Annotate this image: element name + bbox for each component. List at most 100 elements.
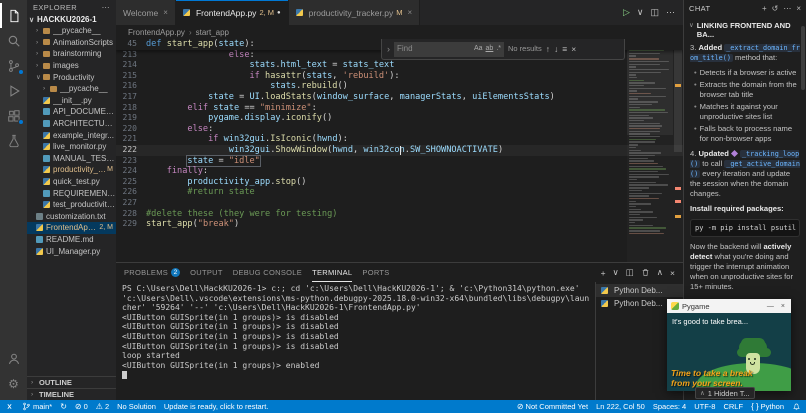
status-errors[interactable]: ⊘0 bbox=[75, 402, 88, 411]
tree-item-customization-txt[interactable]: customization.txt bbox=[27, 211, 116, 223]
tree-item-live-monitor-py[interactable]: live_monitor.py bbox=[27, 141, 116, 153]
activity-explorer[interactable] bbox=[0, 3, 27, 28]
activity-extensions[interactable] bbox=[0, 103, 27, 128]
plus-icon[interactable]: + bbox=[601, 268, 606, 278]
chat-session-title-row[interactable]: ∨ LINKING FRONTEND AND BA... bbox=[684, 17, 806, 41]
terminal-instance[interactable]: Python Deb... bbox=[596, 284, 683, 297]
plus-icon[interactable]: + bbox=[762, 4, 767, 13]
section-outline[interactable]: ›OUTLINE bbox=[27, 376, 116, 388]
code-editor[interactable]: 45def start_app(state): 213 else:214 sta… bbox=[116, 39, 683, 262]
tree-item-api-documentatio-[interactable]: API_DOCUMENTATIO... bbox=[27, 106, 116, 118]
panel-tab-ports[interactable]: PORTS bbox=[362, 263, 389, 282]
status-remote[interactable] bbox=[5, 402, 14, 411]
tree-item-requirements-md[interactable]: REQUIREMENTS.md bbox=[27, 187, 116, 199]
activity-search[interactable] bbox=[0, 28, 27, 53]
chevron-up-icon[interactable]: ∧ bbox=[657, 267, 663, 278]
tree-item--pycache-[interactable]: ›__pycache__ bbox=[27, 25, 116, 37]
status-warnings[interactable]: ⚠2 bbox=[96, 402, 109, 411]
tab-frontendapp-py[interactable]: FrontendApp.py2, M● bbox=[176, 0, 289, 25]
panel-tab-problems[interactable]: PROBLEMS2 bbox=[124, 263, 180, 282]
tab-productivity-tracker-py[interactable]: productivity_tracker.pyM× bbox=[289, 0, 421, 25]
tree-item-ui-manager-py[interactable]: UI_Manager.py bbox=[27, 245, 116, 257]
find-close-icon[interactable]: × bbox=[571, 44, 576, 55]
chat-code-block[interactable]: py -m pip install psutil p bbox=[690, 219, 800, 237]
panel-tab-debug-console[interactable]: DEBUG CONSOLE bbox=[233, 263, 302, 282]
run-icon[interactable]: ▷ bbox=[623, 7, 630, 18]
trash-icon[interactable] bbox=[641, 268, 650, 277]
more-actions-icon[interactable]: ⋯ bbox=[102, 3, 110, 12]
tree-item-images[interactable]: ›images bbox=[27, 60, 116, 72]
tree-item--init-py[interactable]: __init__.py bbox=[27, 95, 116, 107]
tab-close-icon[interactable]: × bbox=[163, 8, 168, 17]
chevron-down-icon[interactable]: ∨ bbox=[613, 267, 619, 278]
tab-welcome[interactable]: Welcome× bbox=[116, 0, 176, 25]
activity-source-control[interactable] bbox=[0, 53, 27, 78]
pygame-window[interactable]: Pygame — × It's good to take brea... Tim… bbox=[667, 299, 791, 391]
tree-item-animationscripts[interactable]: ›AnimationScripts bbox=[27, 37, 116, 49]
find-next-icon[interactable]: ↓ bbox=[554, 44, 558, 55]
tree-item-example-integr-[interactable]: example_integr... bbox=[27, 129, 116, 141]
status-git-status[interactable]: ⊘Not Committed Yet bbox=[517, 402, 588, 411]
status-eol[interactable]: CRLF bbox=[723, 402, 743, 411]
chat-scrollbar[interactable] bbox=[801, 26, 805, 90]
panel-tabs: PROBLEMS2 OUTPUT DEBUG CONSOLE TERMINAL PORT… bbox=[124, 263, 400, 282]
find-in-selection-icon[interactable]: ≡ bbox=[562, 44, 567, 55]
status-encoding[interactable]: UTF-8 bbox=[694, 402, 715, 411]
breadcrumb-item[interactable]: FrontendApp.py bbox=[128, 28, 185, 37]
match-case-icon[interactable]: Aa bbox=[474, 44, 483, 55]
status-notifications[interactable] bbox=[792, 402, 801, 411]
more-icon[interactable]: ⋯ bbox=[783, 4, 791, 13]
editor-scrollbar[interactable] bbox=[673, 39, 683, 262]
split-icon[interactable]: ◫ bbox=[650, 7, 659, 18]
status-indentation[interactable]: Spaces: 4 bbox=[653, 402, 686, 411]
panel-tab-output[interactable]: OUTPUT bbox=[190, 263, 223, 282]
status-branch[interactable]: main* bbox=[22, 402, 52, 411]
close-icon[interactable]: × bbox=[779, 303, 787, 310]
status-cursor-position[interactable]: Ln 222, Col 50 bbox=[596, 402, 645, 411]
history-icon[interactable]: ↺ bbox=[772, 4, 779, 13]
toggle-replace-icon[interactable]: › bbox=[387, 44, 390, 55]
close-icon[interactable]: × bbox=[796, 4, 801, 13]
tree-item-brainstorming[interactable]: ›brainstorming bbox=[27, 48, 116, 60]
activity-testing[interactable] bbox=[0, 128, 27, 153]
status-update[interactable]: Update is ready, click to restart. bbox=[164, 402, 268, 411]
status-sync[interactable]: ↻ bbox=[60, 403, 67, 411]
activity-run-debug[interactable] bbox=[0, 78, 27, 103]
minimap[interactable] bbox=[627, 39, 673, 262]
line-number: 223 bbox=[116, 156, 146, 167]
activity-settings[interactable]: ⚙ bbox=[0, 371, 27, 396]
code-line: 226 #return state bbox=[116, 187, 683, 198]
whole-word-icon[interactable]: ab bbox=[486, 44, 494, 55]
tree-item--pycache-[interactable]: ›__pycache__ bbox=[27, 83, 116, 95]
tree-item-architecture-md[interactable]: ARCHITECTURE.md bbox=[27, 118, 116, 130]
explorer-root-folder[interactable]: ∨ HACKKU2026-1 bbox=[27, 14, 116, 25]
close-icon[interactable]: × bbox=[670, 268, 675, 278]
chevron-down-icon[interactable]: ∨ bbox=[637, 7, 644, 18]
breadcrumb[interactable]: FrontendApp.py›start_app bbox=[116, 25, 683, 39]
tree-item-productivity[interactable]: ∨Productivity bbox=[27, 71, 116, 83]
terminal-output[interactable]: PS C:\Users\Dell\HackKU2026-1> c:; cd 'c… bbox=[116, 282, 595, 400]
find-input[interactable]: Find Aa ab .* bbox=[394, 42, 504, 57]
tree-item-test-productivity-trac-[interactable]: test_productivity_trac... bbox=[27, 199, 116, 211]
tree-item-frontendapp-py[interactable]: FrontendApp.py2, M bbox=[27, 222, 116, 234]
tab-close-icon[interactable]: × bbox=[407, 8, 412, 17]
section-timeline[interactable]: ›TIMELINE bbox=[27, 388, 116, 400]
split-icon[interactable]: ◫ bbox=[626, 267, 634, 278]
tree-item-quick-test-py[interactable]: quick_test.py bbox=[27, 176, 116, 188]
more-icon[interactable]: ⋯ bbox=[666, 7, 675, 18]
minimize-icon[interactable]: — bbox=[765, 303, 776, 310]
tree-item-productivity-tra-[interactable]: productivity_tra...M bbox=[27, 164, 116, 176]
regex-icon[interactable]: .* bbox=[496, 44, 501, 55]
text-cursor bbox=[400, 146, 401, 155]
hidden-terminals-badge[interactable]: ∧ 1 Hidden T... bbox=[695, 387, 755, 399]
breadcrumb-item[interactable]: start_app bbox=[196, 28, 229, 37]
tree-item-readme-md[interactable]: README.md bbox=[27, 234, 116, 246]
find-prev-icon[interactable]: ↑ bbox=[546, 44, 550, 55]
pygame-titlebar[interactable]: Pygame — × bbox=[667, 299, 791, 313]
status-no-solution[interactable]: No Solution bbox=[117, 402, 156, 411]
scrollbar-thumb[interactable] bbox=[674, 42, 682, 152]
panel-tab-terminal[interactable]: TERMINAL bbox=[312, 263, 352, 282]
tree-item-manual-testing-g-[interactable]: MANUAL_TESTING_G... bbox=[27, 153, 116, 165]
activity-account[interactable] bbox=[0, 346, 27, 371]
status-language[interactable]: { }Python bbox=[751, 402, 784, 411]
